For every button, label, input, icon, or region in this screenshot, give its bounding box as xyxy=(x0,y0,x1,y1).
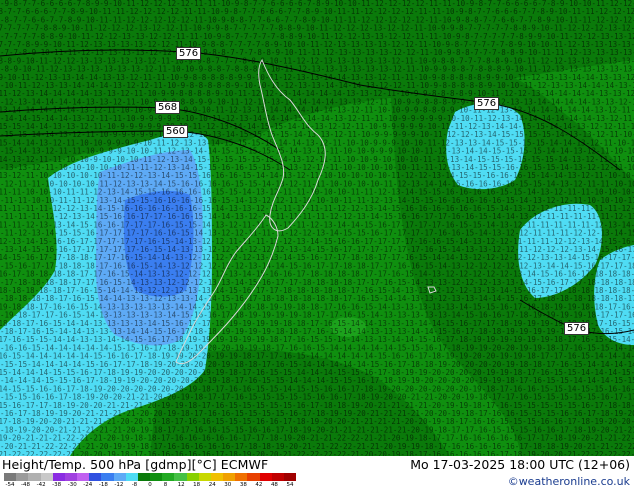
colorbar-swatch xyxy=(89,473,102,481)
colorbar-swatch xyxy=(28,473,41,481)
colorbar-tick-label: -12 xyxy=(114,482,124,488)
colorbar-swatch xyxy=(40,473,53,481)
colorbar-tick-label: 30 xyxy=(224,482,232,488)
colorbar-swatch xyxy=(271,473,284,481)
colorbar-swatch xyxy=(113,473,126,481)
colorbar-tick-label: 18 xyxy=(193,482,201,488)
colorbar-tick-label: 54 xyxy=(286,482,294,488)
height-label-568: 568 xyxy=(155,101,181,114)
colorbar-tick-label: -24 xyxy=(83,482,93,488)
colorbar-swatch xyxy=(186,473,199,481)
colorbar-swatch xyxy=(125,473,138,481)
colorbar-tick-label: -30 xyxy=(67,482,77,488)
colorbar-swatch xyxy=(223,473,236,481)
colorbar-swatch xyxy=(283,473,297,481)
colorbar-tick-label: -38 xyxy=(52,482,62,488)
height-label-576-north: 576 xyxy=(176,47,202,60)
colorbar-swatch xyxy=(174,473,187,481)
height-label-560: 560 xyxy=(163,125,189,138)
colorbar-swatch xyxy=(247,473,260,481)
colorbar-swatch xyxy=(4,473,17,481)
colorbar-tick-label: 8 xyxy=(163,482,168,488)
colorbar-swatch xyxy=(77,473,90,481)
copyright-link[interactable]: ©weatheronline.co.uk xyxy=(508,475,630,488)
colorbar-tick-label: -18 xyxy=(98,482,108,488)
colorbar-tick-label: -42 xyxy=(36,482,46,488)
colorbar-swatch xyxy=(16,473,29,481)
colorbar-tick-label: 0 xyxy=(148,482,152,488)
colorbar-tick-label: 38 xyxy=(239,482,247,488)
colorbar-tick-label: -8 xyxy=(131,482,138,488)
colorbar-tick-label: 12 xyxy=(177,482,185,488)
colorbar-tick-label: 42 xyxy=(255,482,263,488)
map-footer: Height/Temp. 500 hPa [gdmp][°C] ECMWF Mo… xyxy=(0,456,634,490)
colorbar-tick-label: -54 xyxy=(5,482,15,488)
colorbar-labels: -54 -48 -42 -38 -30 -24 -18 -12 -8 0 8 12 18 24 30 38 42… xyxy=(4,482,296,490)
colorbar-swatch xyxy=(150,473,163,481)
colorbar-swatch xyxy=(137,473,151,481)
colorbar-swatch xyxy=(162,473,175,481)
map-title: Height/Temp. 500 hPa [gdmp][°C] ECMWF xyxy=(2,457,269,472)
colorbar-swatch xyxy=(235,473,248,481)
colorbar-swatch xyxy=(259,473,272,481)
temperature-colorbar xyxy=(4,473,297,481)
height-label-576-northeast: 576 xyxy=(474,97,500,110)
colorbar-swatch xyxy=(198,473,211,481)
colorbar-tick-label: -48 xyxy=(21,482,31,488)
colorbar-swatch xyxy=(64,473,78,481)
weather-map: -9-8-7-7-6-6-6-6-7-8-9-9-10-11-12-12-12-… xyxy=(0,0,634,456)
contour-label-texture: -9-8-7-7-6-6-6-6-7-8-9-9-10-11-12-12-12-… xyxy=(0,0,634,456)
colorbar-swatch xyxy=(101,473,114,481)
colorbar-swatch xyxy=(52,473,65,481)
valid-time: Mo 17-03-2025 18:00 UTC (12+06) xyxy=(410,457,630,472)
colorbar-tick-label: 24 xyxy=(208,482,216,488)
colorbar-swatch xyxy=(210,473,224,481)
height-label-576-east: 576 xyxy=(564,322,590,335)
colorbar-tick-label: 48 xyxy=(270,482,278,488)
